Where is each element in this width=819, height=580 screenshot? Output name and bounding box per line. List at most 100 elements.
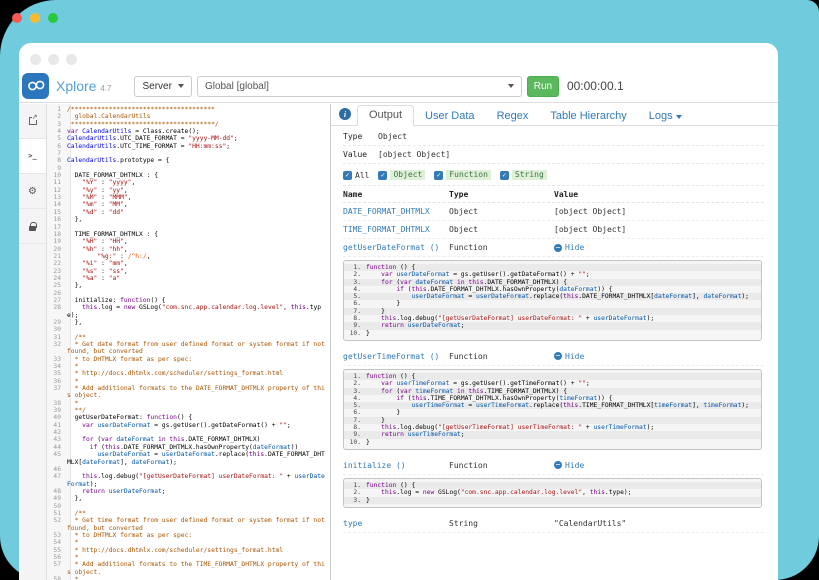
source-line: 2. this.log = new GSLog("com.snc.app.cal… — [344, 489, 761, 496]
cell-type: Function — [449, 461, 554, 470]
filter-function[interactable]: ✓Function — [434, 170, 491, 180]
server-scope-dropdown[interactable]: Server — [134, 76, 191, 97]
property-name-link[interactable]: getUserTimeFormat () — [343, 352, 449, 361]
source-line: 2. var userTimeFormat = gs.getUser().get… — [344, 380, 761, 387]
run-button[interactable]: Run — [527, 76, 559, 97]
zoom-traffic-light[interactable] — [48, 13, 58, 23]
checkbox-checked-icon[interactable]: ✓ — [434, 171, 443, 180]
source-line: 9. return userTimeFormat; — [344, 431, 761, 438]
filter-row: ✓All✓Object✓Function✓String — [343, 164, 764, 186]
editor-line: 24 "%a" : "a" — [47, 275, 330, 282]
property-name-link[interactable]: getUserDateFormat () — [343, 243, 449, 252]
source-line: 3. for (var dateFormat in this.DATE_FORM… — [344, 279, 761, 286]
collapse-icon: − — [554, 461, 562, 469]
hide-toggle-link[interactable]: −Hide — [554, 243, 764, 252]
sidebar-item-open-window[interactable]: ↗ — [19, 104, 46, 139]
table-row: TIME_FORMAT_DHTMLXObject[object Object] — [343, 221, 764, 239]
table-row: getUserTimeFormat ()Function−Hide — [343, 348, 764, 366]
line-number: 12 — [47, 187, 67, 194]
property-name-link[interactable]: DATE_FORMAT_DHTMLX — [343, 207, 449, 216]
summary-row: TypeObject — [343, 128, 764, 146]
line-number: 8. — [344, 315, 366, 322]
checkbox-checked-icon[interactable]: ✓ — [378, 171, 387, 180]
filter-all[interactable]: ✓All — [343, 171, 369, 180]
output-rows: DATE_FORMAT_DHTMLXObject[object Object]T… — [343, 203, 764, 533]
hide-toggle-link[interactable]: −Hide — [554, 352, 764, 361]
checkbox-checked-icon[interactable]: ✓ — [343, 171, 352, 180]
sidebar-item-script-editor[interactable]: >_ — [19, 139, 46, 174]
source-line: 3. for (var timeFormat in this.TIME_FORM… — [344, 388, 761, 395]
editor-line: 42 — [47, 429, 330, 436]
editor-line: 7 — [47, 150, 330, 157]
source-line: 10.} — [344, 439, 761, 446]
chevron-down-icon — [676, 115, 682, 119]
line-number: 45 — [47, 451, 67, 466]
source-line: 1.function () { — [344, 373, 761, 380]
tab-table-hierarchy[interactable]: Table Hierarchy — [539, 107, 637, 126]
line-number: 1 — [47, 106, 67, 113]
close-traffic-light[interactable] — [12, 13, 22, 23]
line-number: 3. — [344, 388, 366, 395]
results-tabbar: i OutputUser DataRegexTable HierarchyLog… — [331, 104, 778, 126]
filter-object[interactable]: ✓Object — [378, 170, 425, 180]
line-number: 25 — [47, 282, 67, 289]
minimize-traffic-light[interactable] — [30, 13, 40, 23]
hide-toggle-link[interactable]: −Hide — [554, 461, 764, 470]
line-number: 17 — [47, 224, 67, 231]
line-number: 5 — [47, 135, 67, 142]
summary-value: [object Object] — [378, 150, 450, 159]
line-number: 50 — [47, 503, 67, 510]
table-row: DATE_FORMAT_DHTMLXObject[object Object] — [343, 203, 764, 221]
filter-string[interactable]: ✓String — [500, 170, 547, 180]
info-icon[interactable]: i — [339, 108, 351, 120]
property-name-link[interactable]: initialize () — [343, 461, 449, 470]
editor-line: 11 "%Y" : "yyyy", — [47, 179, 330, 186]
editor-line: 12 "%y" : "yy", — [47, 187, 330, 194]
tab-output[interactable]: Output — [357, 105, 414, 126]
editor-line: 32 * Get date format from user defined f… — [47, 341, 330, 356]
editor-line: 54 * — [47, 539, 330, 546]
property-name-link[interactable]: TIME_FORMAT_DHTMLX — [343, 225, 449, 234]
source-line: 4. if (this.TIME_FORMAT_DHTMLX.hasOwnPro… — [344, 395, 761, 402]
line-number: 1. — [344, 482, 366, 489]
window-dot — [66, 54, 77, 65]
line-number: 55 — [47, 547, 67, 554]
line-number: 3. — [344, 279, 366, 286]
editor-line: 38 * — [47, 400, 330, 407]
editor-line: 51 /** — [47, 510, 330, 517]
line-number: 3 — [47, 121, 67, 128]
collapse-icon: − — [554, 244, 562, 252]
line-number: 23 — [47, 268, 67, 275]
source-line: 3.} — [344, 497, 761, 504]
editor-line: 34 * — [47, 363, 330, 370]
line-number: 31 — [47, 334, 67, 341]
checkbox-checked-icon[interactable]: ✓ — [500, 171, 509, 180]
editor-line: 1/************************************** — [47, 106, 330, 113]
line-number: 41 — [47, 422, 67, 429]
line-number: 57 — [47, 561, 67, 576]
editor-line: 33 * to DHTMLX format as per spec: — [47, 356, 330, 363]
filter-label: Function — [446, 170, 491, 180]
terminal-icon: >_ — [28, 152, 36, 160]
editor-line: 39 **/ — [47, 407, 330, 414]
line-number: 4 — [47, 128, 67, 135]
tab-regex[interactable]: Regex — [486, 107, 540, 126]
editor-line: 25 }, — [47, 282, 330, 289]
summary-row: Value[object Object] — [343, 146, 764, 164]
property-name-link[interactable]: type — [343, 519, 449, 528]
column-header: Name — [343, 190, 449, 199]
line-number: 5. — [344, 293, 366, 300]
editor-line: 13 "%M" : "MMM", — [47, 194, 330, 201]
target-scope-select[interactable]: Global [global] — [197, 76, 522, 97]
table-row: typeString"CalendarUtils" — [343, 515, 764, 533]
tab-user-data[interactable]: User Data — [414, 107, 486, 126]
line-number: 9 — [47, 165, 67, 172]
editor-line: 58 * — [47, 576, 330, 580]
cell-type: Object — [449, 225, 554, 234]
source-line: 6. } — [344, 409, 761, 416]
tab-logs[interactable]: Logs — [638, 107, 693, 126]
cell-type: Object — [449, 207, 554, 216]
sidebar-item-security[interactable] — [19, 209, 46, 244]
sidebar-item-settings[interactable]: ⚙ — [19, 174, 46, 209]
code-editor[interactable]: 1/**************************************… — [47, 104, 331, 580]
